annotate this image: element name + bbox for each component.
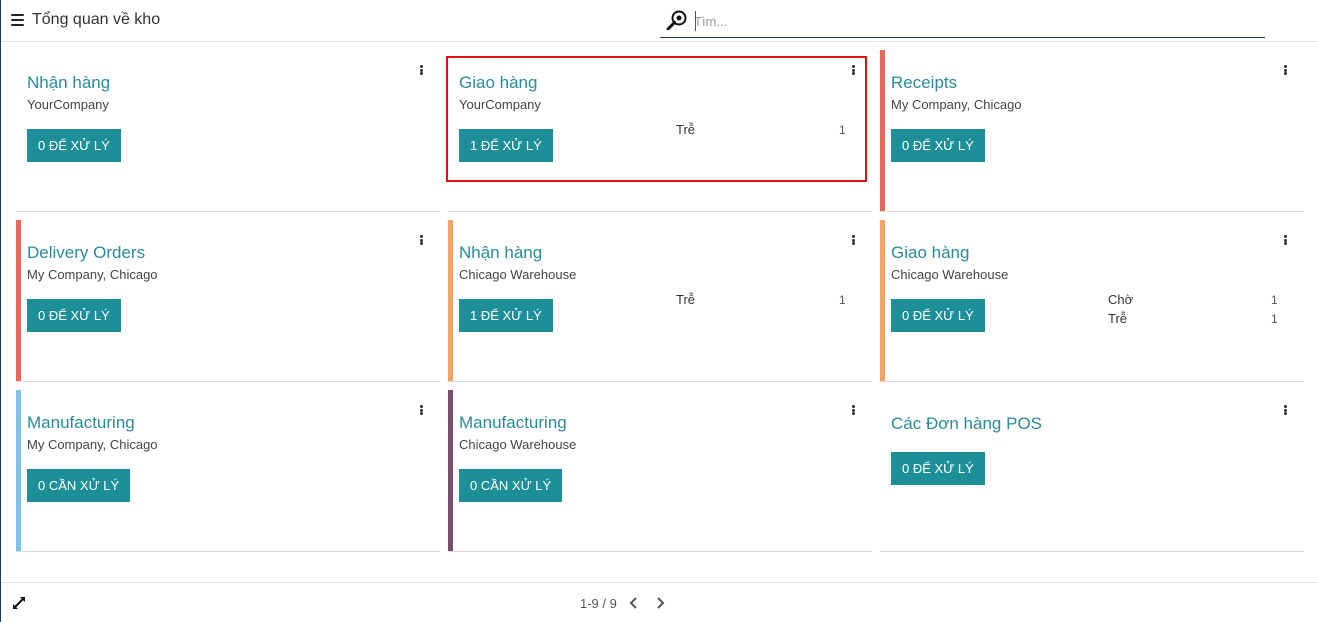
card-company: YourCompany	[459, 97, 541, 112]
card-company: Chicago Warehouse	[891, 267, 1009, 282]
card-options-icon[interactable]	[848, 233, 858, 247]
to-process-button[interactable]: 0 CẦN XỬ LÝ	[27, 469, 131, 502]
expand-icon[interactable]	[11, 595, 27, 611]
card-color-stripe	[448, 220, 453, 381]
card-color-stripe	[448, 390, 453, 551]
card-options-icon[interactable]	[416, 63, 426, 77]
to-process-button[interactable]: 0 ĐỂ XỬ LÝ	[27, 129, 121, 162]
to-process-button[interactable]: 0 ĐỂ XỬ LÝ	[891, 129, 985, 162]
card-options-icon[interactable]	[1280, 403, 1290, 417]
search-icon[interactable]	[666, 10, 688, 30]
to-process-button[interactable]: 0 ĐỂ XỬ LÝ	[891, 452, 985, 485]
card-company: Chicago Warehouse	[459, 267, 577, 282]
card-color-stripe	[880, 220, 885, 381]
stat-value-late[interactable]: 1	[839, 123, 846, 137]
card-title[interactable]: Giao hàng	[459, 73, 537, 93]
card-manufacturing-chicago-warehouse[interactable]: Manufacturing Chicago Warehouse 0 CẦN XỬ…	[448, 390, 872, 552]
to-process-button[interactable]: 1 ĐỂ XỬ LÝ	[459, 129, 553, 162]
card-title[interactable]: Manufacturing	[27, 413, 135, 433]
card-options-icon[interactable]	[1280, 63, 1290, 77]
to-process-button[interactable]: 0 ĐỂ XỬ LÝ	[891, 299, 985, 332]
card-delivery-orders-chicago[interactable]: Delivery Orders My Company, Chicago 0 ĐỂ…	[16, 220, 440, 382]
stat-value-waiting[interactable]: 1	[1271, 293, 1278, 307]
page-title: Tổng quan về kho	[32, 11, 161, 28]
card-company: My Company, Chicago	[27, 267, 158, 282]
card-color-stripe	[880, 50, 885, 211]
card-delivery-yourcompany[interactable]: Giao hàng YourCompany 1 ĐỂ XỬ LÝ Trễ 1	[448, 50, 872, 212]
card-options-icon[interactable]	[416, 233, 426, 247]
card-receipts-yourcompany[interactable]: Nhận hàng YourCompany 0 ĐỂ XỬ LÝ	[16, 50, 440, 212]
card-options-icon[interactable]	[848, 403, 858, 417]
to-process-button[interactable]: 0 CẦN XỬ LÝ	[459, 469, 563, 502]
card-delivery-chicago-warehouse[interactable]: Giao hàng Chicago Warehouse 0 ĐỂ XỬ LÝ C…	[880, 220, 1304, 382]
search-input[interactable]	[694, 11, 1254, 31]
stat-label-waiting[interactable]: Chờ	[1108, 292, 1133, 307]
card-title[interactable]: Nhận hàng	[459, 243, 542, 263]
card-title[interactable]: Giao hàng	[891, 243, 969, 263]
stat-value-late[interactable]: 1	[839, 293, 846, 307]
chevron-right-icon[interactable]	[653, 595, 667, 611]
search-bar	[660, 6, 1265, 38]
footer: 1-9 / 9	[1, 582, 1317, 622]
card-title[interactable]: Nhận hàng	[27, 73, 110, 93]
card-manufacturing-mycompany[interactable]: Manufacturing My Company, Chicago 0 CẦN …	[16, 390, 440, 552]
card-receipts-chicago[interactable]: Receipts My Company, Chicago 0 ĐỂ XỬ LÝ	[880, 50, 1304, 212]
pager-range[interactable]: 1-9 / 9	[580, 596, 617, 611]
card-options-icon[interactable]	[1280, 233, 1290, 247]
to-process-button[interactable]: 1 ĐỂ XỬ LÝ	[459, 299, 553, 332]
card-company: My Company, Chicago	[891, 97, 1022, 112]
to-process-button[interactable]: 0 ĐỂ XỬ LÝ	[27, 299, 121, 332]
card-title[interactable]: Delivery Orders	[27, 243, 145, 263]
card-options-icon[interactable]	[848, 63, 858, 77]
card-pos-orders[interactable]: Các Đơn hàng POS 0 ĐỂ XỬ LÝ	[880, 390, 1304, 552]
card-title[interactable]: Receipts	[891, 73, 957, 93]
card-company: My Company, Chicago	[27, 437, 158, 452]
card-company: YourCompany	[27, 97, 109, 112]
stat-label-late[interactable]: Trễ	[676, 122, 695, 137]
chevron-left-icon[interactable]	[627, 595, 641, 611]
menu-icon[interactable]	[11, 14, 24, 26]
card-options-icon[interactable]	[416, 403, 426, 417]
card-title[interactable]: Manufacturing	[459, 413, 567, 433]
card-title[interactable]: Các Đơn hàng POS	[891, 414, 1042, 434]
top-bar: Tổng quan về kho	[1, 0, 1317, 42]
card-color-stripe	[16, 220, 21, 381]
card-receipts-chicago-warehouse[interactable]: Nhận hàng Chicago Warehouse 1 ĐỂ XỬ LÝ T…	[448, 220, 872, 382]
stat-label-late[interactable]: Trễ	[1108, 311, 1127, 326]
stat-value-late[interactable]: 1	[1271, 312, 1278, 326]
text-cursor	[695, 11, 696, 31]
stat-label-late[interactable]: Trễ	[676, 292, 695, 307]
card-color-stripe	[16, 390, 21, 551]
card-company: Chicago Warehouse	[459, 437, 577, 452]
